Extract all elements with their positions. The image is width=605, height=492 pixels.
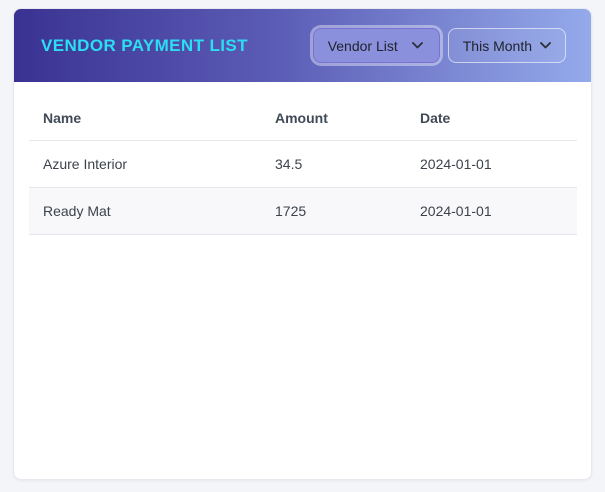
period-dropdown[interactable]: This Month [447, 28, 566, 63]
vendor-list-dropdown[interactable]: Vendor List [312, 28, 440, 63]
card-header: VENDOR PAYMENT LIST Vendor List This Mon… [14, 9, 591, 82]
header-controls: Vendor List This Month [312, 28, 566, 63]
column-header-date: Date [406, 103, 577, 141]
cell-date: 2024-01-01 [406, 187, 577, 235]
cell-name: Ready Mat [29, 187, 261, 235]
chevron-down-icon [540, 42, 551, 49]
cell-date: 2024-01-01 [406, 140, 577, 188]
table-row[interactable]: Azure Interior 34.5 2024-01-01 [29, 140, 577, 188]
table-row[interactable]: Ready Mat 1725 2024-01-01 [29, 187, 577, 235]
cell-amount: 1725 [261, 187, 406, 235]
vendor-list-dropdown-label: Vendor List [327, 37, 398, 54]
vendor-payment-list-card: VENDOR PAYMENT LIST Vendor List This Mon… [13, 8, 592, 480]
cell-name: Azure Interior [29, 140, 261, 188]
vendor-payment-table: Name Amount Date Azure Interior 34.5 202… [29, 103, 577, 235]
column-header-amount: Amount [261, 103, 406, 141]
page-title: VENDOR PAYMENT LIST [41, 35, 248, 55]
chevron-down-icon [411, 42, 423, 49]
table-container: Name Amount Date Azure Interior 34.5 202… [14, 82, 591, 235]
table-header-row: Name Amount Date [29, 103, 577, 141]
cell-amount: 34.5 [261, 140, 406, 188]
column-header-name: Name [29, 103, 261, 141]
period-dropdown-label: This Month [462, 37, 532, 54]
